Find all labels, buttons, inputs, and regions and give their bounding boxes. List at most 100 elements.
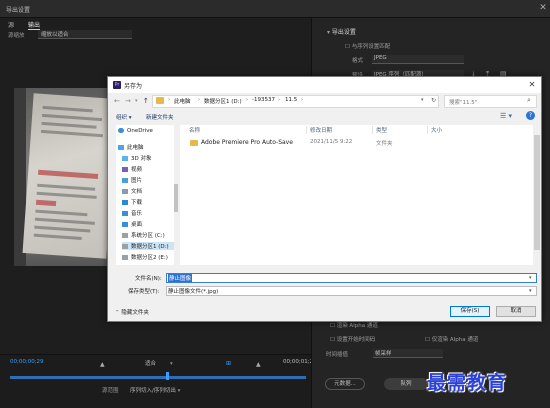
watermark: 最需教育 [427, 372, 508, 394]
column-divider[interactable] [306, 126, 307, 134]
alpha-only-checkbox[interactable]: 仅渲染 Alpha 通道 [425, 335, 479, 343]
nav-scrollbar-thumb[interactable] [174, 184, 178, 212]
file-list-scrollbar-thumb[interactable] [534, 135, 540, 250]
mark-in-icon[interactable]: ▲ [100, 361, 105, 368]
column-header-date[interactable]: 修改日期 [310, 126, 332, 134]
format-label: 格式 [352, 58, 364, 64]
view-options-icon[interactable]: ☰ ▾ [500, 112, 512, 120]
nav-item-desktop[interactable]: 桌面 [122, 220, 142, 228]
filename-input[interactable] [166, 273, 537, 283]
chevron-right-icon: › [168, 97, 170, 103]
downloads-icon [122, 200, 128, 205]
chevron-down-icon[interactable]: ▾ [529, 275, 532, 281]
help-icon[interactable]: ? [526, 111, 535, 120]
file-type: 文件夹 [376, 141, 393, 147]
timecode-in[interactable]: 00;00;00;29 [10, 359, 44, 365]
cancel-button[interactable]: 取消 [496, 306, 536, 317]
nav-item-downloads[interactable]: 下载 [122, 198, 142, 206]
source-range-select[interactable]: 序列切入/序列切出 [130, 386, 180, 394]
forward-icon[interactable]: → [125, 97, 131, 105]
column-header-type[interactable]: 类型 [376, 126, 387, 134]
match-sequence-checkbox[interactable]: 与序列设置匹配 [345, 42, 391, 50]
format-select[interactable]: JPEG [372, 55, 464, 64]
queue-button[interactable]: 队列 [384, 378, 428, 390]
documents-icon [122, 189, 128, 194]
tab-output[interactable]: 输出 [28, 20, 41, 30]
nav-item-pictures[interactable]: 图片 [122, 176, 142, 184]
folder-icon [190, 140, 198, 146]
source-range-label: 源范围 [102, 388, 119, 394]
chevron-down-icon[interactable]: ▾ [421, 97, 424, 103]
mark-out-icon[interactable]: ▲ [256, 361, 261, 368]
zoom-fit-select[interactable]: 适合 [145, 359, 173, 367]
drive-icon [122, 255, 128, 260]
column-divider[interactable] [427, 126, 428, 134]
chevron-right-icon: › [246, 97, 248, 103]
breadcrumb-drive-d[interactable]: 数据分区1 (D:) [204, 97, 242, 105]
chevron-down-icon[interactable]: ▾ [529, 288, 532, 294]
nav-item-3d-objects[interactable]: 3D 对象 [122, 154, 151, 162]
breadcrumb-folder[interactable]: -193537 [252, 97, 275, 103]
dialog-title: 另存为 [124, 83, 143, 90]
drive-icon [122, 233, 128, 238]
folder-icon [156, 97, 164, 104]
3d-objects-icon [122, 156, 128, 161]
chevron-right-icon: › [198, 97, 200, 103]
nav-item-onedrive[interactable]: OneDrive [118, 128, 153, 134]
nav-item-drive-e[interactable]: 数据分区2 (E:) [122, 253, 168, 261]
crop-icon[interactable]: ⊞ [226, 360, 231, 367]
close-icon[interactable]: ✕ [526, 79, 538, 91]
filename-label: 文件名(N): [135, 276, 162, 282]
recent-locations-icon[interactable]: ▾ [135, 98, 138, 104]
set-start-timecode-checkbox[interactable]: 设置开始时间码 [330, 335, 376, 343]
chevron-right-icon: › [278, 97, 280, 103]
time-interpolation-label: 时间插值 [326, 352, 349, 358]
export-title-bar: 导出设置 [0, 0, 550, 18]
source-scale-select[interactable]: 缩放以适合 [38, 30, 132, 39]
playhead[interactable] [166, 372, 169, 380]
file-date: 2021/11/5 9:22 [310, 139, 353, 145]
video-icon [122, 167, 128, 172]
desktop-icon [122, 222, 128, 227]
nav-item-music[interactable]: 音乐 [122, 209, 142, 217]
drive-icon [122, 244, 128, 249]
refresh-icon[interactable]: ↻ [431, 97, 436, 104]
organize-button[interactable]: 组织 [116, 113, 132, 121]
filetype-select[interactable] [166, 286, 537, 296]
music-icon [122, 211, 128, 216]
nav-item-drive-c[interactable]: 系统分区 (C:) [122, 231, 165, 239]
column-divider[interactable] [372, 126, 373, 134]
filetype-label: 保存类型(T): [128, 289, 160, 295]
up-icon[interactable]: ↑ [143, 97, 149, 105]
breadcrumb-this-pc[interactable]: 此电脑 [174, 97, 191, 105]
search-icon[interactable]: ⌕ [527, 96, 531, 105]
new-folder-button[interactable]: 新建文件夹 [146, 113, 174, 121]
nav-item-video[interactable]: 视频 [122, 165, 142, 173]
metadata-button[interactable]: 元数据... [325, 378, 365, 390]
export-settings-header[interactable]: 导出设置 [327, 27, 356, 36]
time-interpolation-select[interactable]: 帧采样 [373, 349, 443, 358]
nav-item-documents[interactable]: 文档 [122, 187, 142, 195]
export-window-title: 导出设置 [6, 7, 31, 14]
computer-icon [118, 145, 124, 150]
tab-source[interactable]: 源 [8, 20, 14, 29]
back-icon[interactable]: ← [114, 97, 120, 105]
cloud-icon [118, 128, 124, 133]
save-button[interactable]: 保存(S) [450, 306, 490, 317]
filetype-value: 静止图像文件(*.jpg) [168, 289, 219, 295]
save-as-dialog: Pr 另存为 ✕ ← → ▾ ↑ › 此电脑 › 数据分区1 (D:) › -1… [107, 76, 542, 322]
file-name[interactable]: Adobe Premiere Pro Auto-Save [201, 139, 293, 146]
nav-item-this-pc[interactable]: 此电脑 [118, 143, 144, 151]
close-icon[interactable]: ✕ [537, 2, 549, 14]
render-alpha-checkbox[interactable]: 渲染 Alpha 通道 [330, 321, 378, 329]
column-header-name[interactable]: 名称 [189, 126, 200, 134]
column-header-size[interactable]: 大小 [431, 126, 442, 134]
dialog-title-bar [108, 77, 541, 93]
nav-item-drive-d[interactable]: 数据分区1 (D:) [122, 242, 176, 250]
filename-value[interactable]: 静止图像 [168, 274, 193, 282]
breadcrumb-current[interactable]: 11.5 [285, 97, 297, 103]
timeline-ruler[interactable] [10, 376, 306, 379]
search-placeholder: 搜索"11.5" [449, 100, 478, 106]
preview-book-page [22, 93, 118, 259]
hide-folders-toggle[interactable]: 隐藏文件夹 [115, 308, 149, 316]
